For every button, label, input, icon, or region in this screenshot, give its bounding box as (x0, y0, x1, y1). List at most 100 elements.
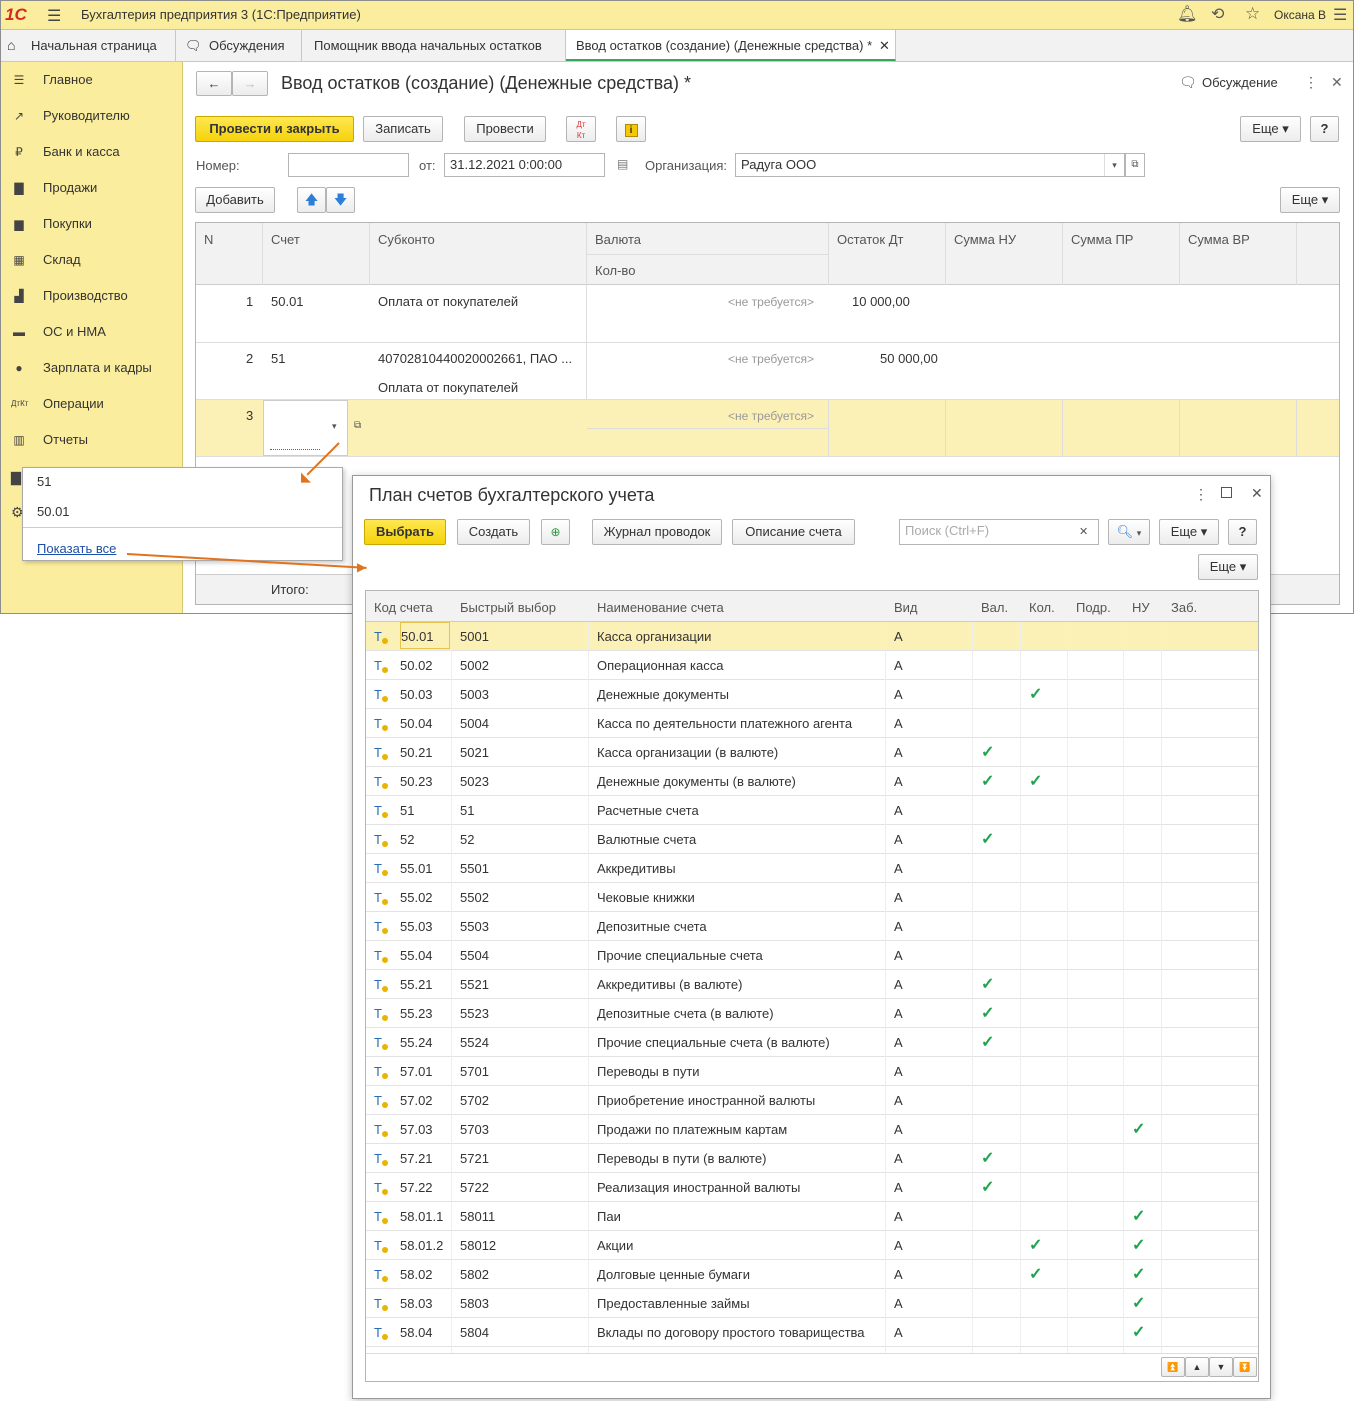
scroll-bottom-button[interactable]: ⏬ (1233, 1357, 1257, 1377)
col-podr[interactable]: Подр. (1076, 600, 1111, 615)
sidebar-item-bank[interactable]: ₽ Банк и касса (1, 134, 183, 170)
sidebar-item-operations[interactable]: ДтКт Операции (1, 386, 183, 422)
app-menu-icon[interactable]: ☰ (47, 6, 61, 26)
table-row[interactable]: T 55.04 5504 Прочие специальные счета А (366, 941, 1258, 970)
tab-balance-input[interactable]: Ввод остатков (создание) (Денежные средс… (566, 30, 896, 61)
clear-search-icon[interactable]: ✕ (1079, 525, 1088, 538)
table-row[interactable]: 2 51 40702810440020002661, ПАО ... Оплат… (196, 343, 1339, 400)
sidebar-item-manager[interactable]: ↗ Руководителю (1, 98, 183, 134)
table-row[interactable]: 1 50.01 Оплата от покупателей <не требуе… (196, 286, 1339, 343)
create-button[interactable]: Создать (457, 519, 530, 545)
user-name[interactable]: Оксана В (1274, 8, 1326, 22)
kebab-icon[interactable]: ⋮ (1194, 486, 1208, 503)
table-row[interactable]: T 52 52 Валютные счета А ✓ (366, 825, 1258, 854)
tab-assistant[interactable]: Помощник ввода начальных остатков (302, 30, 566, 61)
account-dropdown-icon[interactable]: ▾ (332, 421, 337, 432)
star-icon[interactable]: ☆ (1245, 4, 1260, 24)
close-form-icon[interactable]: ✕ (1331, 74, 1343, 91)
table-more-button[interactable]: Еще ▾ (1280, 187, 1340, 213)
discussion-icon[interactable]: 🗨︎ (1179, 74, 1197, 91)
table-row[interactable]: T 50.21 5021 Касса организации (в валюте) А ✓ (366, 738, 1258, 767)
suggestion-item[interactable]: 50.01 (37, 504, 70, 519)
col-val[interactable]: Вал. (981, 600, 1008, 615)
forward-button[interactable]: → (232, 71, 268, 96)
sidebar-item-main[interactable]: ☰ Главное (1, 62, 183, 98)
journal-button[interactable]: Журнал проводок (592, 519, 722, 545)
tab-discussions[interactable]: 🗨︎ Обсуждения (176, 30, 302, 61)
add-button[interactable]: Добавить (195, 187, 275, 213)
move-up-button[interactable]: 🡅 (297, 187, 326, 213)
search-button[interactable]: 🔍︎ ▾ (1108, 519, 1150, 545)
table-row[interactable]: T 51 51 Расчетные счета А (366, 796, 1258, 825)
table-row[interactable]: T 50.23 5023 Денежные документы (в валюте) А… (366, 767, 1258, 796)
table-row[interactable]: T 57.21 5721 Переводы в пути (в валюте) А ✓ (366, 1144, 1258, 1173)
discussion-link[interactable]: Обсуждение (1202, 75, 1278, 90)
col-n[interactable]: N (204, 232, 213, 247)
description-button[interactable]: Описание счета (732, 519, 855, 545)
show-all-link[interactable]: Показать все (37, 541, 116, 556)
post-and-close-button[interactable]: Провести и закрыть (195, 116, 354, 142)
col-pr[interactable]: Сумма ПР (1071, 232, 1133, 247)
suggestion-item[interactable]: 51 (37, 474, 51, 489)
sidebar-item-purchases[interactable]: ▆ Покупки (1, 206, 183, 242)
table-row[interactable]: T 58.04 5804 Вклады по договору простого то… (366, 1318, 1258, 1347)
col-code[interactable]: Код счета (374, 600, 433, 615)
bell-icon[interactable]: 🔔︎ (1177, 4, 1197, 24)
open-icon[interactable]: ⧉ (354, 420, 361, 431)
write-button[interactable]: Записать (363, 116, 443, 142)
calendar-icon[interactable]: ▤ (617, 157, 628, 171)
history-icon[interactable]: ⟲ (1211, 4, 1224, 24)
table-row[interactable]: T 58.01.1 58011 Паи А ✓ (366, 1202, 1258, 1231)
col-nu[interactable]: Сумма НУ (954, 232, 1016, 247)
col-vr[interactable]: Сумма ВР (1188, 232, 1250, 247)
col-name[interactable]: Наименование счета (597, 600, 724, 615)
table-row[interactable]: T 57.22 5722 Реализация иностранной валюты А… (366, 1173, 1258, 1202)
dtkt-button[interactable]: Дт Кт (566, 116, 596, 142)
col-balance[interactable]: Остаток Дт (837, 232, 903, 247)
close-icon[interactable]: ✕ (879, 30, 890, 61)
table-row[interactable]: T 50.01 5001 Касса организации А (366, 622, 1258, 651)
org-field[interactable]: Радуга ООО (735, 153, 1125, 177)
info-button[interactable]: i (616, 116, 646, 142)
help-button[interactable]: ? (1228, 519, 1257, 545)
col-subconto[interactable]: Субконто (378, 232, 435, 247)
col-zab[interactable]: Заб. (1171, 600, 1197, 615)
sidebar-item-production[interactable]: ▟ Производство (1, 278, 183, 314)
table-row[interactable]: T 57.02 5702 Приобретение иностранной валют… (366, 1086, 1258, 1115)
table-row[interactable]: T 55.02 5502 Чековые книжки А (366, 883, 1258, 912)
hamburger-icon[interactable]: ☰ (1333, 5, 1347, 25)
tab-home[interactable]: ⌂ Начальная страница (1, 30, 176, 61)
table-row-editing[interactable]: 3 ▾ ⧉ <не требуется> (196, 400, 1339, 457)
col-currency[interactable]: Валюта (595, 232, 641, 247)
table-row[interactable]: T 50.03 5003 Денежные документы А ✓ (366, 680, 1258, 709)
table-row[interactable]: T 55.24 5524 Прочие специальные счета (в ва… (366, 1028, 1258, 1057)
kebab-icon[interactable]: ⋮ (1304, 74, 1318, 91)
table-row[interactable]: T 50.04 5004 Касса по деятельности платежно… (366, 709, 1258, 738)
scroll-up-button[interactable]: ▲ (1185, 1357, 1209, 1377)
org-dropdown-icon[interactable]: ▾ (1104, 154, 1124, 176)
post-button[interactable]: Провести (464, 116, 546, 142)
close-icon[interactable]: ✕ (1251, 485, 1263, 502)
sidebar-item-reports[interactable]: ▥ Отчеты (1, 422, 183, 458)
back-button[interactable]: ← (196, 71, 232, 96)
col-account[interactable]: Счет (271, 232, 300, 247)
help-button[interactable]: ? (1310, 116, 1339, 142)
sidebar-item-warehouse[interactable]: ▦ Склад (1, 242, 183, 278)
col-qty[interactable]: Кол-во (595, 263, 635, 278)
number-field[interactable] (288, 153, 409, 177)
col-kind[interactable]: Вид (894, 600, 918, 615)
col-quick[interactable]: Быстрый выбор (460, 600, 556, 615)
open-icon[interactable]: ⧉ (1125, 153, 1145, 177)
copy-button[interactable]: ⊕ (541, 519, 570, 545)
more-button[interactable]: Еще ▾ (1240, 116, 1301, 142)
more-button[interactable]: Еще ▾ (1159, 519, 1219, 545)
search-input[interactable]: Поиск (Ctrl+F) (899, 519, 1099, 545)
more-sections-icon[interactable]: ▇ (11, 470, 21, 486)
col-kol[interactable]: Кол. (1029, 600, 1055, 615)
table-row[interactable]: T 55.03 5503 Депозитные счета А (366, 912, 1258, 941)
sidebar-item-assets[interactable]: ▬ ОС и НМА (1, 314, 183, 350)
col-nu[interactable]: НУ (1132, 600, 1150, 615)
maximize-icon[interactable] (1221, 487, 1232, 498)
sidebar-item-sales[interactable]: ▇ Продажи (1, 170, 183, 206)
scroll-top-button[interactable]: ⏫ (1161, 1357, 1185, 1377)
